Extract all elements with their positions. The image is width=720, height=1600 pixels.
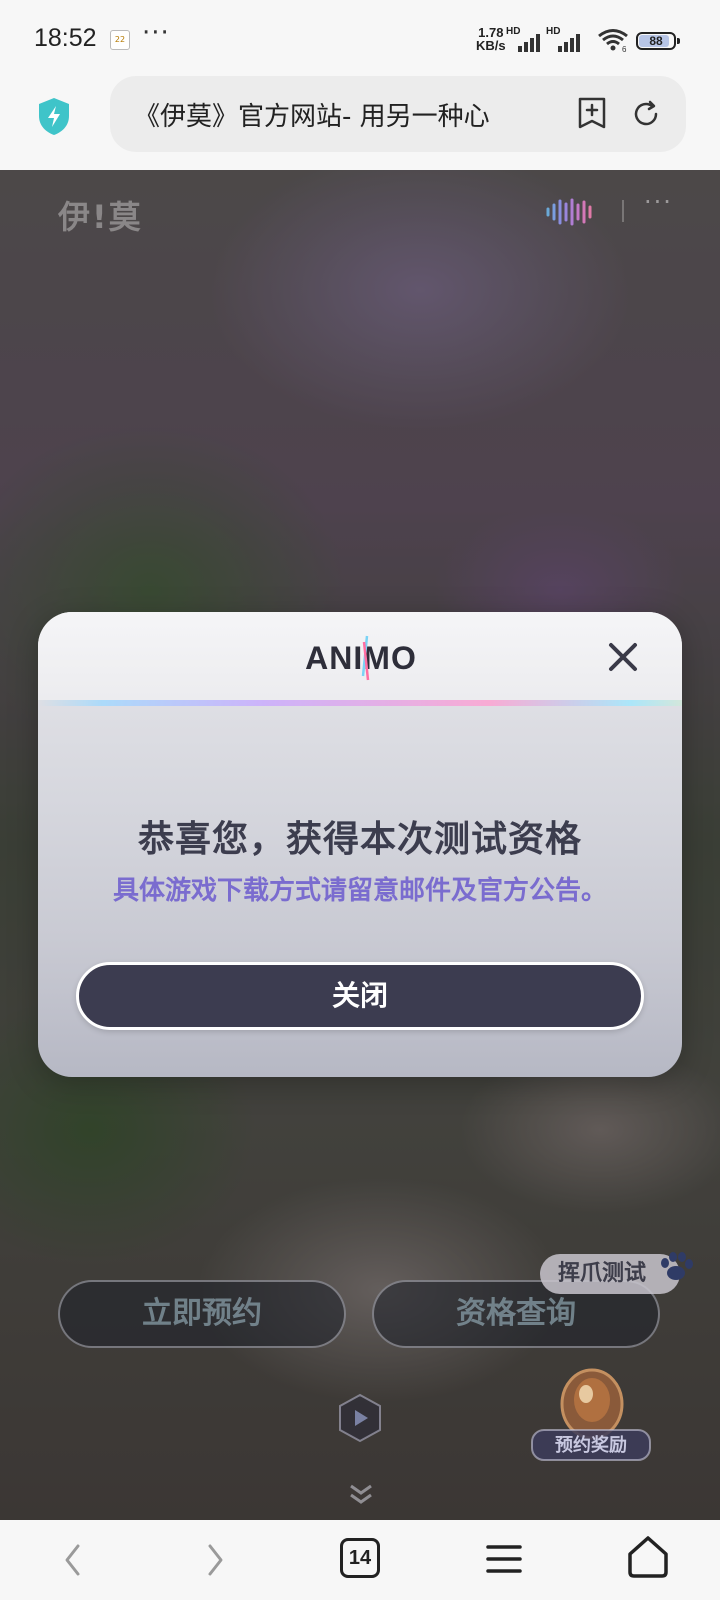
security-shield-icon[interactable] xyxy=(36,96,72,136)
header-divider xyxy=(622,200,624,222)
scroll-down-chevron-icon[interactable] xyxy=(346,1482,376,1506)
battery-level: 88 xyxy=(649,34,663,48)
site-more-icon[interactable]: ··· xyxy=(644,188,673,216)
signal-1-icon: HD xyxy=(506,26,540,52)
tabs-count-button[interactable]: 14 xyxy=(340,1538,380,1578)
paw-icon xyxy=(661,1252,693,1280)
site-logo[interactable]: 伊!莫 xyxy=(58,192,143,238)
forward-icon[interactable] xyxy=(200,1540,230,1580)
eligibility-modal: ANIMO 恭喜您，获得本次测试资格 具体游戏下载方式请留意邮件及官方公告。 关… xyxy=(38,612,682,1077)
address-bar-area: 《伊莫》官方网站- 用另一种心 xyxy=(0,76,720,170)
status-bar: 18:52 22 ··· 1.78 KB/s HD HD 6 88 xyxy=(0,0,720,76)
animo-logo-text: ANIMO xyxy=(305,640,417,676)
modal-subtitle: 具体游戏下载方式请留意邮件及官方公告。 xyxy=(112,876,607,906)
wifi-sub-label: 6 xyxy=(622,45,627,52)
reservation-reward-badge[interactable]: 预约奖励 xyxy=(526,1360,656,1470)
reward-label: 预约奖励 xyxy=(555,1434,627,1456)
back-icon[interactable] xyxy=(58,1540,88,1580)
modal-title: 恭喜您，获得本次测试资格 xyxy=(137,819,582,860)
calendar-icon: 22 xyxy=(110,30,130,50)
network-speed: 1.78 KB/s xyxy=(476,26,506,52)
browser-bottom-nav: 14 xyxy=(0,1520,720,1600)
modal-header: ANIMO xyxy=(38,612,682,700)
home-icon[interactable] xyxy=(626,1534,670,1580)
wifi-icon: 6 xyxy=(598,29,628,52)
reserve-now-button[interactable]: 立即预约 xyxy=(58,1280,346,1348)
menu-icon[interactable] xyxy=(486,1542,522,1576)
rainbow-divider xyxy=(38,700,682,706)
url-title[interactable]: 《伊莫》官方网站- 用另一种心 xyxy=(134,96,534,133)
notification-more-icon: ··· xyxy=(142,18,170,48)
refresh-icon[interactable] xyxy=(630,98,662,130)
close-button[interactable]: 关闭 xyxy=(76,962,644,1030)
status-time: 18:52 xyxy=(34,24,97,52)
bookmark-add-icon[interactable] xyxy=(576,96,608,130)
audio-wave-icon[interactable] xyxy=(544,198,598,226)
battery-icon: 88 xyxy=(636,32,680,50)
signal-2-icon: HD xyxy=(546,26,580,52)
play-video-icon[interactable] xyxy=(336,1392,384,1444)
url-bar[interactable]: 《伊莫》官方网站- 用另一种心 xyxy=(110,76,686,152)
animo-logo: ANIMO xyxy=(305,635,417,681)
network-speed-unit: KB/s xyxy=(476,38,506,53)
close-icon[interactable] xyxy=(606,640,640,674)
